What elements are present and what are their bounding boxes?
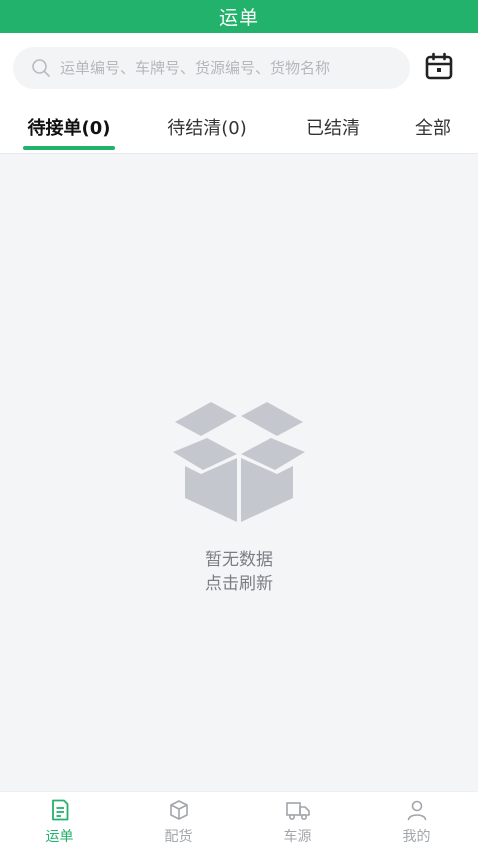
nav-label: 运单	[45, 829, 74, 845]
nav-vehicle-source[interactable]: 车源	[238, 792, 357, 850]
nav-label: 我的	[402, 829, 431, 845]
tab-label: 全部	[415, 118, 451, 139]
refresh-hint[interactable]: 点击刷新	[205, 572, 273, 596]
tab-all[interactable]: 全部	[400, 103, 466, 151]
bottom-nav: 运单 配货 车源 我的	[0, 791, 478, 850]
empty-box-icon	[171, 398, 307, 528]
waybill-icon	[47, 798, 73, 822]
search-input[interactable]	[60, 59, 400, 77]
truck-icon	[285, 798, 311, 822]
calendar-button[interactable]	[422, 52, 456, 86]
nav-distribution[interactable]: 配货	[119, 792, 238, 850]
tab-pending-accept[interactable]: 待接单(0)	[12, 103, 126, 151]
package-icon	[166, 798, 192, 822]
empty-message: 暂无数据	[205, 550, 273, 570]
title-bar: 运单	[0, 0, 478, 33]
search-box[interactable]	[13, 47, 410, 89]
tab-label: 已结清	[306, 118, 360, 139]
nav-label: 车源	[283, 829, 312, 845]
tab-divider	[0, 153, 478, 154]
nav-label: 配货	[164, 829, 193, 845]
tab-label: 待结清(0)	[167, 118, 247, 139]
calendar-icon	[424, 52, 454, 86]
tab-settled[interactable]: 已结清	[288, 103, 378, 151]
page-title: 运单	[218, 7, 259, 29]
tab-bar: 待接单(0) 待结清(0) 已结清 全部	[0, 103, 478, 151]
nav-waybill[interactable]: 运单	[0, 792, 119, 850]
search-icon	[31, 58, 51, 78]
tab-pending-settle[interactable]: 待结清(0)	[150, 103, 264, 151]
header-area: 待接单(0) 待结清(0) 已结清 全部	[0, 33, 478, 154]
empty-state[interactable]: 暂无数据 点击刷新	[0, 398, 478, 596]
active-tab-indicator	[23, 146, 115, 150]
nav-profile[interactable]: 我的	[357, 792, 476, 850]
tab-label: 待接单(0)	[27, 118, 111, 139]
user-icon	[404, 798, 430, 822]
